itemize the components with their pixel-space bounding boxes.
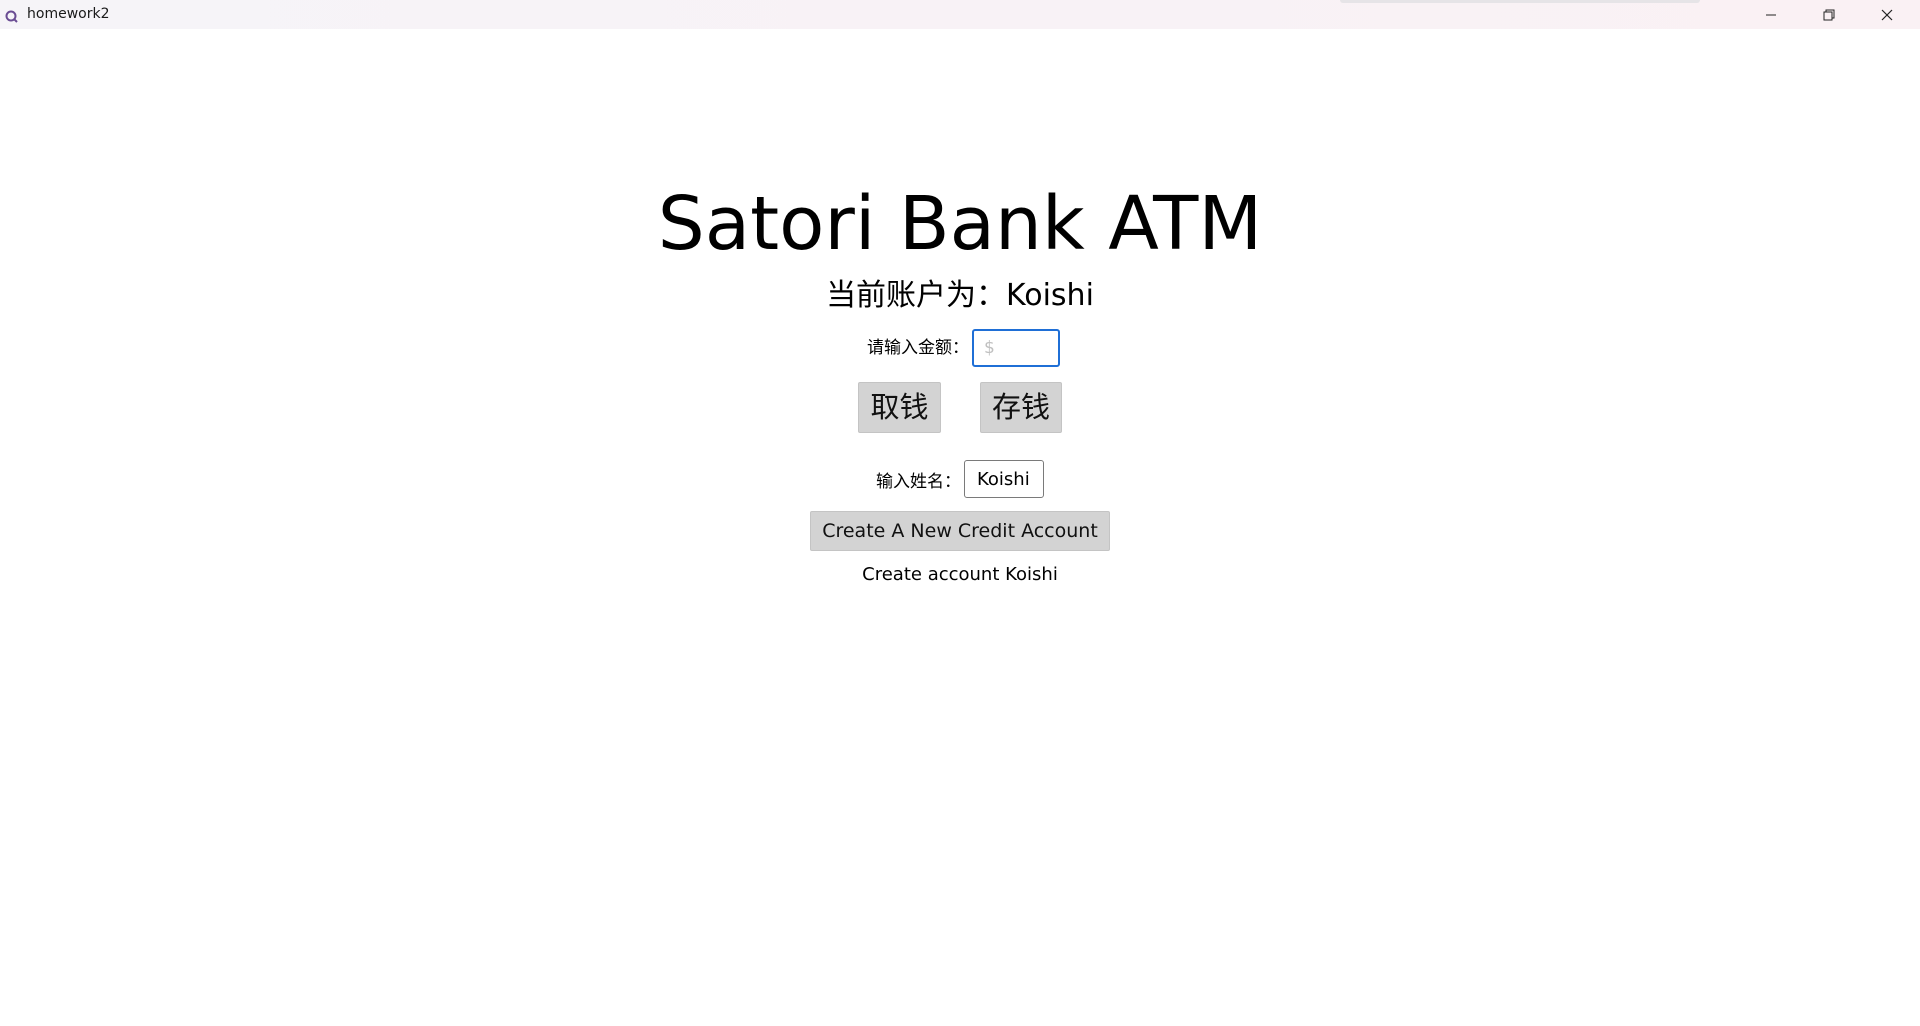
app-icon bbox=[5, 8, 18, 23]
window-title: homework2 bbox=[27, 6, 110, 22]
name-input[interactable] bbox=[964, 460, 1044, 498]
deposit-button[interactable]: 存钱 bbox=[980, 382, 1062, 433]
amount-label: 请输入金额： bbox=[867, 338, 969, 358]
create-account-button[interactable]: Create A New Credit Account bbox=[810, 511, 1110, 551]
name-row: 输入姓名： bbox=[876, 459, 1044, 499]
amount-row: 请输入金额： bbox=[867, 329, 1060, 367]
restore-icon bbox=[1823, 9, 1835, 21]
close-icon bbox=[1881, 9, 1893, 21]
status-message: Create account Koishi bbox=[862, 564, 1058, 585]
title-bar: homework2 bbox=[0, 0, 1920, 29]
page-title: Satori Bank ATM bbox=[657, 181, 1263, 267]
withdraw-button[interactable]: 取钱 bbox=[858, 382, 941, 433]
title-bar-shadow bbox=[1340, 0, 1700, 3]
restore-button[interactable] bbox=[1800, 0, 1858, 29]
close-button[interactable] bbox=[1858, 0, 1916, 29]
amount-input[interactable] bbox=[972, 329, 1060, 367]
name-label: 输入姓名： bbox=[876, 471, 961, 492]
minimize-icon bbox=[1765, 9, 1777, 21]
minimize-button[interactable] bbox=[1742, 0, 1800, 29]
current-account-text: 当前账户为：Koishi bbox=[826, 278, 1094, 313]
